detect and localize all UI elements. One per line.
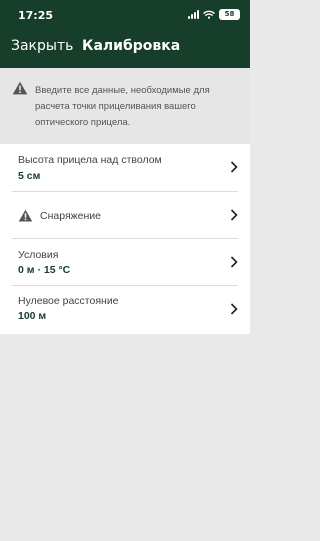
chevron-right-icon [230, 161, 238, 173]
signal-icon [188, 10, 199, 19]
chevron-right-icon [230, 209, 238, 221]
chevron-right-icon [230, 303, 238, 315]
battery-icon: 58 [219, 9, 240, 20]
wifi-icon [203, 10, 215, 19]
setting-value: 0 м · 15 °C [18, 264, 71, 276]
setting-value: 5 см [18, 170, 41, 182]
info-notice: Введите все данные, необходимые для расч… [0, 68, 250, 144]
status-time: 17:25 [18, 9, 54, 22]
notice-text: Введите все данные, необходимые для расч… [35, 85, 210, 128]
setting-row-conditions[interactable]: Условия 0 м · 15 °C [0, 239, 250, 286]
close-button[interactable]: Закрыть [11, 38, 73, 54]
warning-icon [18, 209, 33, 222]
app-header: 17:25 58 Закрыть Калибровка [0, 0, 250, 68]
settings-list: Высота прицела над стволом 5 см Снаряжен… [0, 144, 250, 334]
setting-label: Снаряжение [40, 210, 101, 222]
status-icons: 58 [188, 9, 240, 20]
setting-row-scope-height[interactable]: Высота прицела над стволом 5 см [0, 144, 250, 192]
page-title: Калибровка [82, 38, 181, 54]
setting-label: Условия [18, 249, 59, 261]
setting-label: Высота прицела над стволом [18, 154, 162, 166]
setting-row-equipment[interactable]: Снаряжение [0, 192, 250, 239]
setting-row-zero-distance[interactable]: Нулевое расстояние 100 м [0, 286, 250, 334]
chevron-right-icon [230, 256, 238, 268]
setting-label: Нулевое расстояние [18, 295, 119, 307]
warning-icon [12, 81, 28, 95]
setting-value: 100 м [18, 310, 47, 322]
